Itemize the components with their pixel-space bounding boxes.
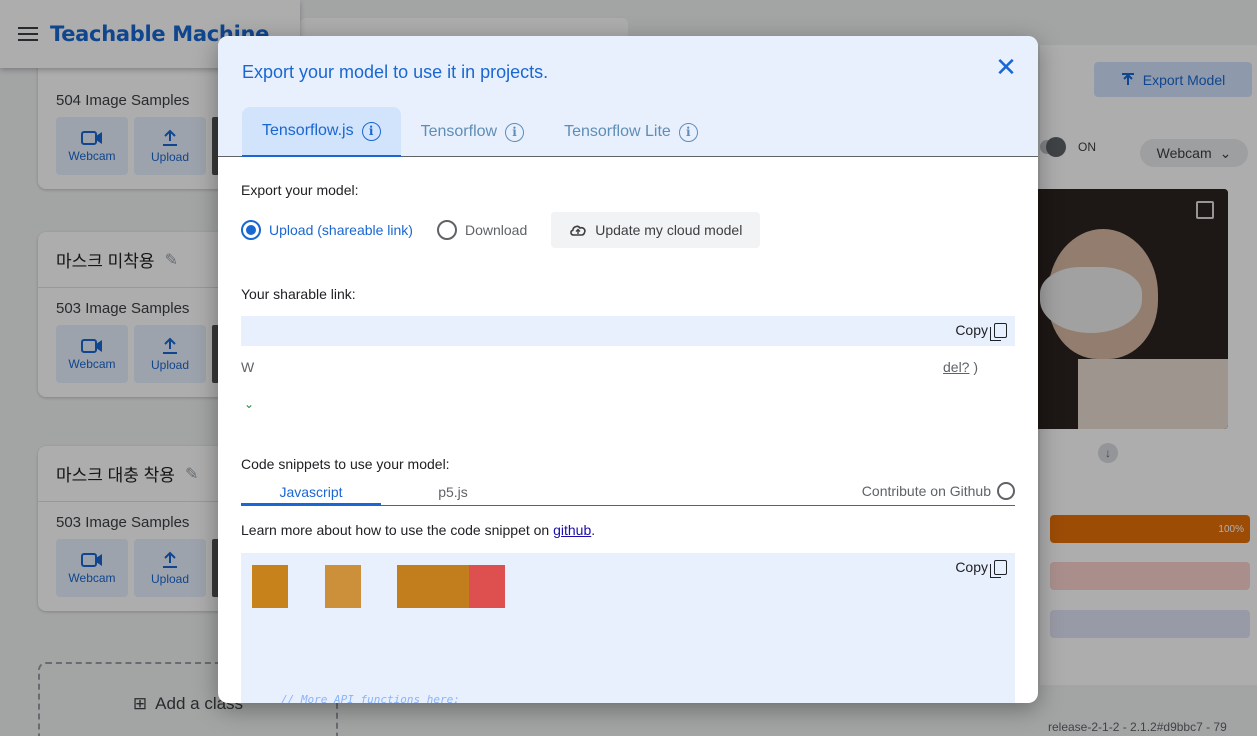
learn-suffix: . bbox=[591, 522, 596, 538]
dialog-header: Export your model to use it in projects.… bbox=[218, 36, 1038, 157]
redacted-area bbox=[251, 346, 943, 360]
learn-more-text: Learn more about how to use the code sni… bbox=[241, 522, 595, 538]
download-option-label: Download bbox=[464, 222, 528, 238]
code-snippets-label: Code snippets to use your model: bbox=[241, 456, 450, 472]
tab-label: Tensorflow Lite bbox=[564, 123, 671, 140]
help-text-start: W bbox=[241, 359, 255, 375]
dialog-title: Export your model to use it in projects. bbox=[242, 62, 549, 82]
sharable-link-field[interactable]: Copy bbox=[241, 316, 1015, 346]
tab-tensorflow-js[interactable]: Tensorflow.js i bbox=[242, 107, 401, 157]
cloud-upload-icon bbox=[570, 225, 586, 236]
copy-icon bbox=[990, 322, 1007, 341]
update-cloud-model-button[interactable]: Update my cloud model bbox=[551, 212, 761, 248]
contribute-label: Contribute on Github bbox=[861, 483, 991, 499]
copy-code-button[interactable]: Copy bbox=[955, 559, 1007, 578]
tab-tensorflow[interactable]: Tensorflow i bbox=[401, 107, 544, 157]
tab-javascript[interactable]: Javascript bbox=[241, 484, 381, 506]
contribute-github-link[interactable]: Contribute on Github bbox=[862, 482, 1015, 500]
redacted-code-block bbox=[469, 565, 505, 608]
info-icon[interactable]: i bbox=[505, 122, 525, 142]
export-options: Upload (shareable link) Download Update … bbox=[241, 212, 761, 248]
redacted-code-block bbox=[325, 565, 361, 608]
redacted-code-block bbox=[397, 565, 469, 608]
update-cloud-model-label: Update my cloud model bbox=[595, 222, 743, 238]
copy-label: Copy bbox=[955, 559, 988, 575]
copy-link-button[interactable]: Copy bbox=[955, 322, 1007, 341]
info-icon[interactable]: i bbox=[678, 122, 698, 142]
export-label: Export your model: bbox=[241, 182, 359, 198]
close-icon[interactable]: ✕ bbox=[994, 54, 1018, 80]
dialog-body: Export your model: Upload (shareable lin… bbox=[241, 157, 1015, 703]
tab-label: Tensorflow bbox=[420, 123, 498, 140]
upload-option-label: Upload (shareable link) bbox=[269, 222, 413, 238]
tab-tensorflow-lite[interactable]: Tensorflow Lite i bbox=[544, 107, 718, 157]
copy-label: Copy bbox=[955, 322, 988, 338]
code-comment: // More API functions here: bbox=[281, 693, 460, 703]
upload-radio[interactable]: Upload (shareable link) bbox=[241, 220, 413, 240]
help-text-end: ) bbox=[969, 359, 979, 375]
snippet-tabs: Javascript p5.js Contribute on Github bbox=[241, 482, 1015, 506]
code-snippet-box[interactable]: Copy // More API functions here: bbox=[241, 553, 1015, 703]
download-radio[interactable]: Download bbox=[436, 220, 528, 240]
redacted-code-block bbox=[252, 565, 288, 608]
github-icon bbox=[997, 482, 1015, 500]
learn-prefix: Learn more about how to use the code sni… bbox=[241, 522, 554, 538]
tab-p5js[interactable]: p5.js bbox=[421, 484, 485, 506]
info-icon[interactable]: i bbox=[361, 121, 381, 141]
export-dialog: Export your model to use it in projects.… bbox=[218, 36, 1038, 703]
tab-label: Tensorflow.js bbox=[262, 122, 354, 139]
export-format-tabs: Tensorflow.js i Tensorflow i Tensorflow … bbox=[242, 107, 718, 157]
chevron-down-icon[interactable]: ⌄ bbox=[244, 397, 254, 411]
github-link[interactable]: github bbox=[553, 522, 591, 538]
sharable-link-label: Your sharable link: bbox=[241, 286, 356, 302]
help-link[interactable]: del? bbox=[943, 359, 969, 375]
copy-icon bbox=[990, 559, 1007, 578]
